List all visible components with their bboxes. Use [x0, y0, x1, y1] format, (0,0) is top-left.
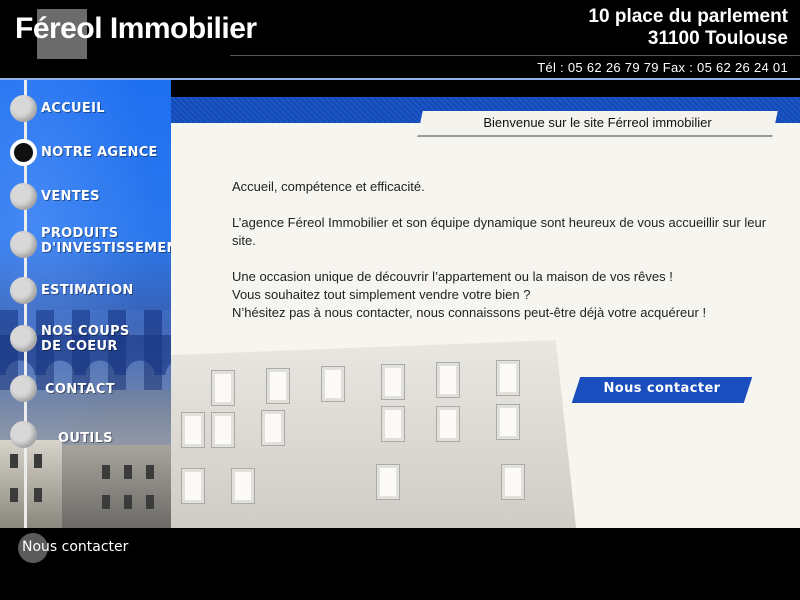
nav-label: ESTIMATION: [41, 283, 134, 298]
nav-item-contact[interactable]: CONTACT: [0, 370, 171, 410]
nav-bullet-icon: [10, 183, 37, 210]
nav-item-estimation[interactable]: ESTIMATION: [0, 272, 171, 312]
nav-label-line1: NOS COUPS: [41, 324, 130, 339]
phone-fax: Tél : 05 62 26 79 79 Fax : 05 62 26 24 0…: [537, 60, 788, 75]
address-line-1: 10 place du parlement: [588, 6, 788, 27]
nav-label: NOTRE AGENCE: [41, 145, 158, 160]
nav-bullet-active-icon: [10, 139, 37, 166]
intro-paragraph-3-line2: Vous souhaitez tout simplement vendre vo…: [232, 287, 531, 302]
nav-item-produits-investissement[interactable]: PRODUITS D'INVESTISSEMENT: [0, 222, 187, 262]
nav-bullet-icon: [10, 421, 37, 448]
nav-label-line2: D'INVESTISSEMENT: [41, 241, 187, 256]
nav-bullet-icon: [10, 277, 37, 304]
nav-label-line1: PRODUITS: [41, 226, 119, 241]
nav-label: ACCUEIL: [41, 101, 105, 116]
nav-label: OUTILS: [58, 431, 113, 446]
intro-paragraph-1: Accueil, compétence et efficacité.: [232, 179, 425, 194]
nav-item-notre-agence[interactable]: NOTRE AGENCE: [0, 134, 171, 174]
contact-button-label[interactable]: Nous contacter: [576, 381, 748, 396]
intro-text: Accueil, compétence et efficacité. L’age…: [232, 178, 772, 322]
nav-item-coups-de-coeur[interactable]: NOS COUPS DE COEUR: [0, 318, 171, 358]
main-top-strip: [171, 80, 800, 97]
welcome-title: Bienvenue sur le site Férreol immobilier: [483, 115, 712, 130]
intro-paragraph-2: L’agence Féreol Immobilier et son équipe…: [232, 215, 767, 248]
footer-contact-link[interactable]: Nous contacter: [22, 539, 128, 555]
nav-label-line2: DE COEUR: [41, 339, 118, 354]
nav-label: VENTES: [41, 189, 100, 204]
nav-item-outils[interactable]: OUTILS: [0, 418, 171, 458]
nav-item-ventes[interactable]: VENTES: [0, 178, 171, 218]
address-line-2: 31100 Toulouse: [647, 28, 788, 49]
nav-item-accueil[interactable]: ACCUEIL: [0, 90, 171, 130]
nav-bullet-icon: [10, 231, 37, 258]
nav-bullet-icon: [10, 375, 37, 402]
site-logo[interactable]: Féreol Immobilier: [15, 12, 257, 46]
building-facade-photo: [171, 340, 576, 528]
header-divider: [230, 55, 800, 56]
nav-label: CONTACT: [45, 382, 115, 397]
nav-bullet-icon: [10, 325, 37, 352]
intro-paragraph-3-line1: Une occasion unique de découvrir l’appar…: [232, 269, 673, 284]
nav-bullet-icon: [10, 95, 37, 122]
intro-paragraph-3-line3: N’hésitez pas à nous contacter, nous con…: [232, 305, 707, 320]
